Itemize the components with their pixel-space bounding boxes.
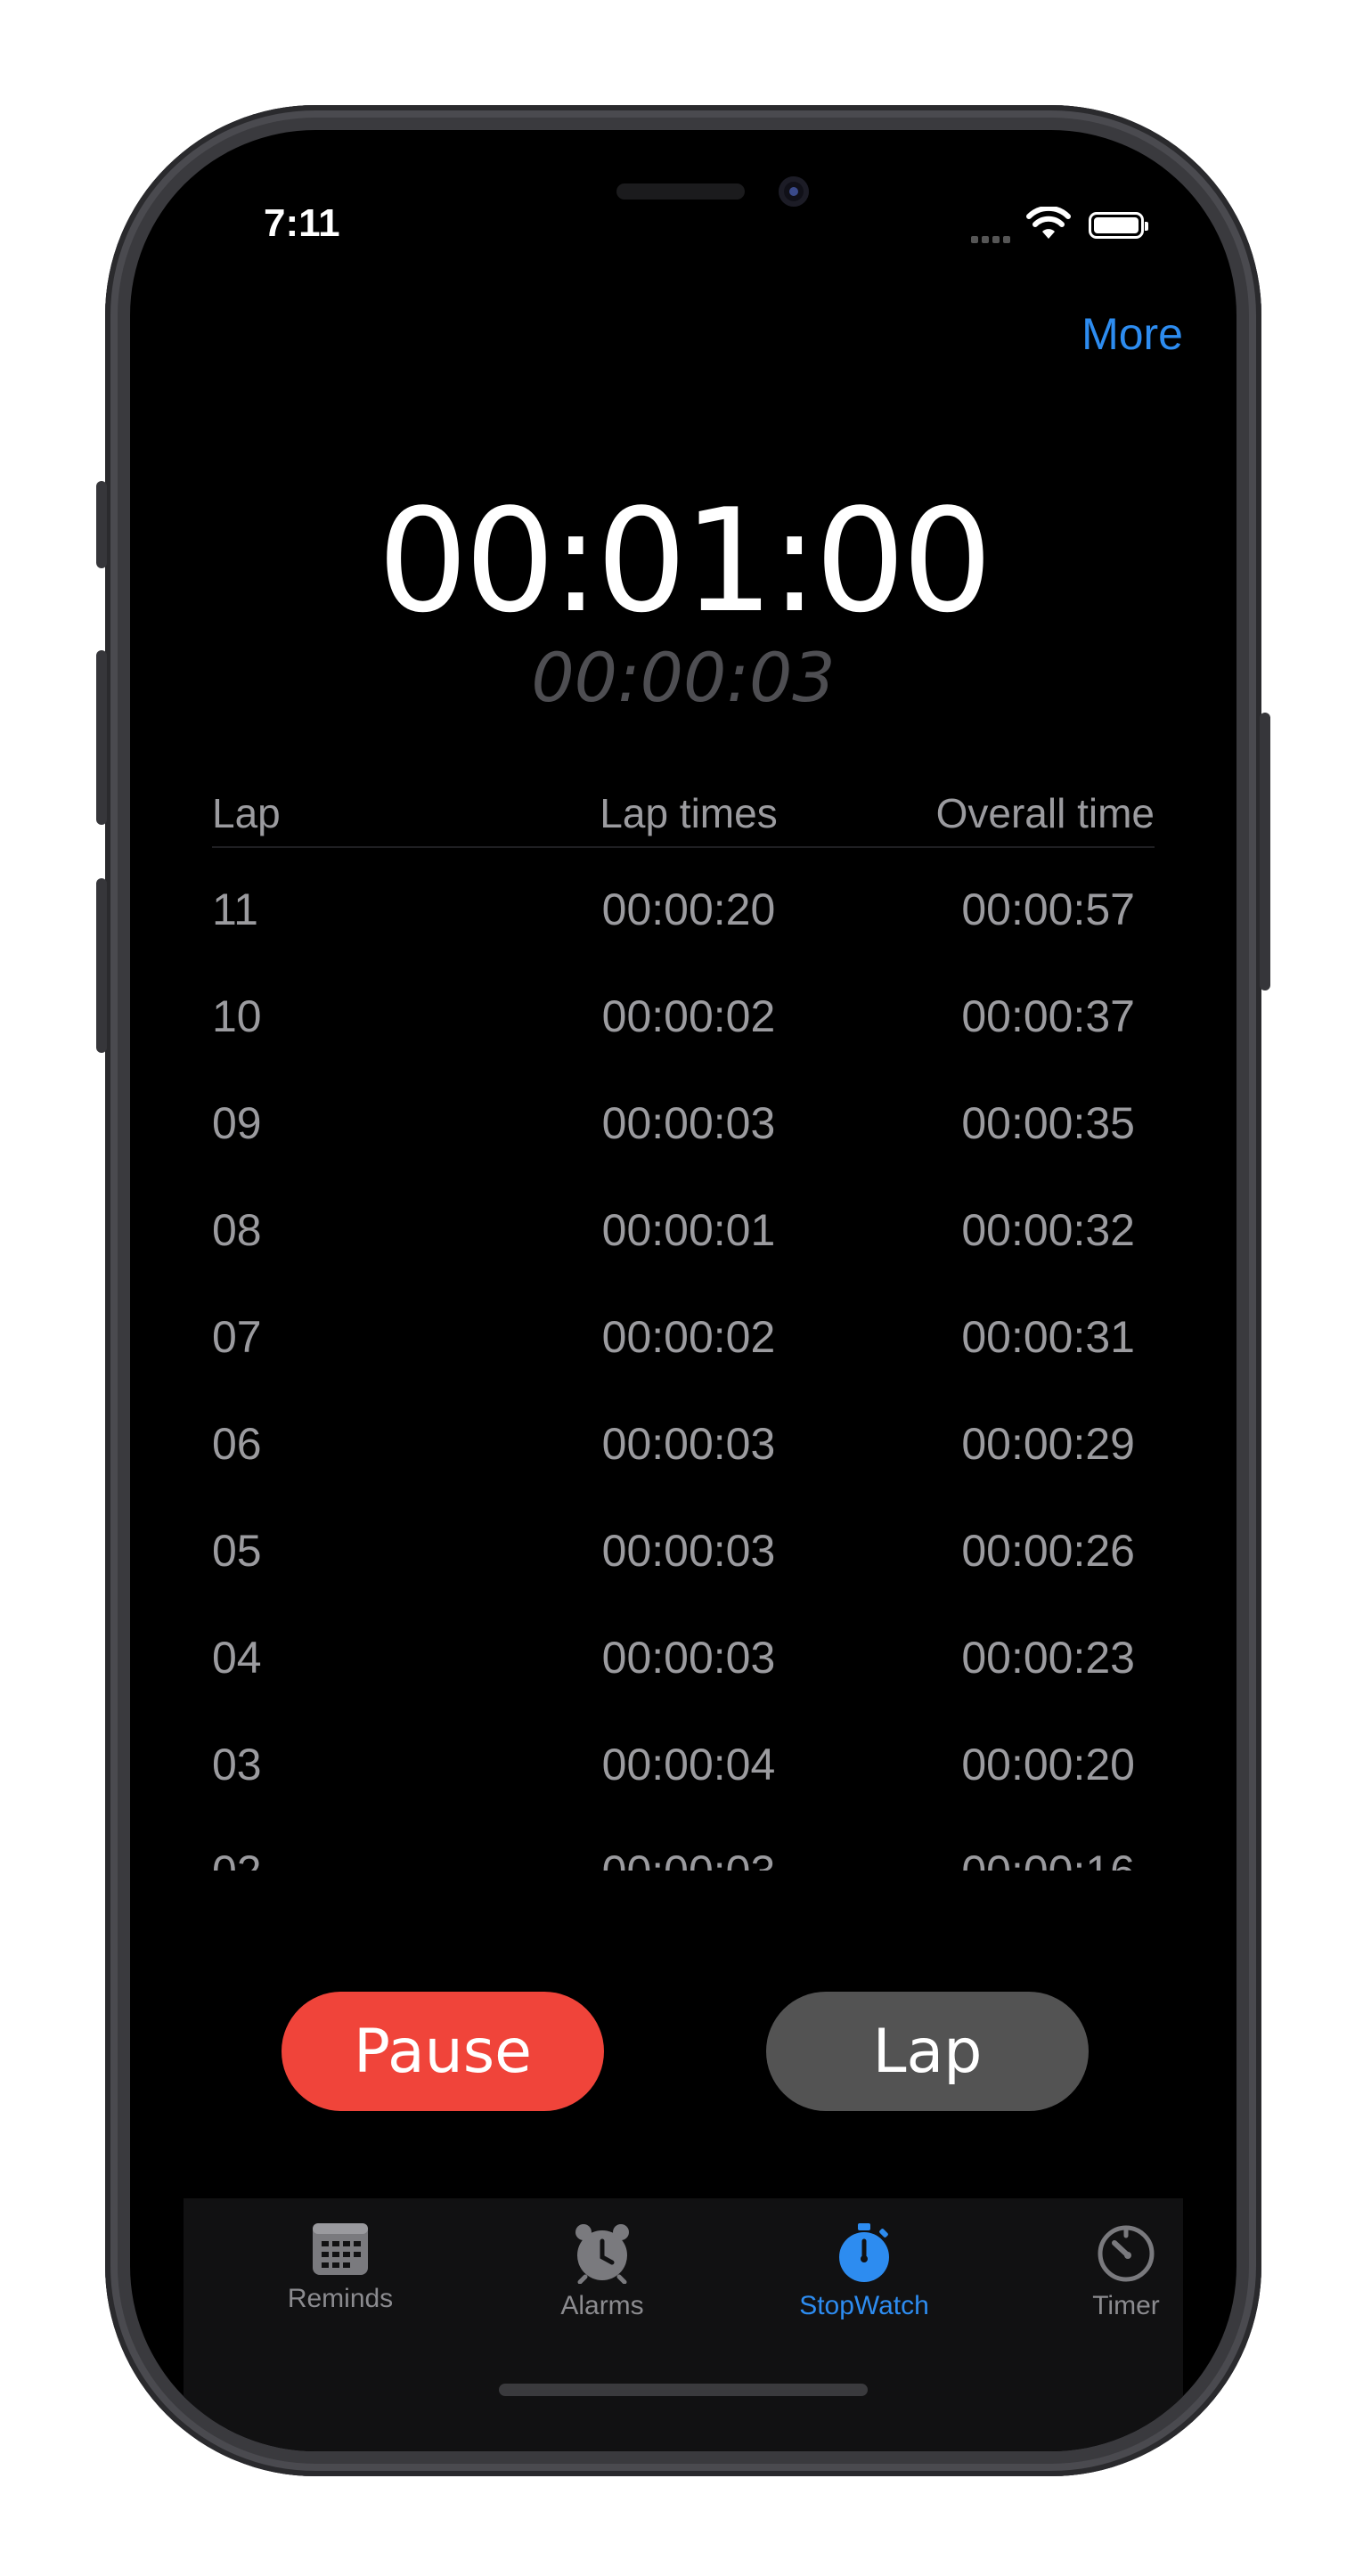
header-lap-times: Lap times [600,790,778,836]
tab-label: Alarms [560,2291,644,2320]
timer-icon [1098,2225,1155,2282]
table-row: 07 00:00:02 00:00:31 [212,1311,1155,1418]
overall-time: 00:00:16 [961,1846,1135,1871]
tab-label: StopWatch [799,2291,929,2320]
header-lap: Lap [212,790,281,836]
status-time: 7:11 [264,201,340,245]
tab-alarms[interactable]: Alarms [513,2221,691,2321]
table-row: 06 00:00:03 00:00:29 [212,1418,1155,1525]
screen: 7:11 More 00:01:00 00:00:03 Lap Lap time… [130,130,1236,2451]
tab-label: Reminds [287,2284,394,2313]
lap-number: 03 [212,1740,262,1789]
lap-time: 00:00:04 [601,1740,776,1789]
lap-time: 00:00:03 [601,1098,776,1148]
lap-time: 00:00:03 [601,1633,776,1683]
lap-number: 09 [212,1098,262,1148]
tab-reminds[interactable]: Reminds [251,2221,429,2314]
overall-time: 00:00:20 [961,1740,1135,1789]
lap-button[interactable]: Lap [766,1992,1089,2111]
volume-down-button [96,878,107,1053]
silent-switch [96,481,107,568]
lap-list[interactable]: 11 00:00:20 00:00:57 10 00:00:02 00:00:3… [212,884,1155,1871]
volume-up-button [96,650,107,825]
table-row: 02 00:00:03 00:00:16 [212,1846,1155,1871]
lap-time: 00:00:03 [601,1419,776,1469]
tab-label: Timer [1092,2291,1160,2320]
lap-time: 00:00:02 [601,1312,776,1362]
lap-time: 00:00:03 [561,1846,816,1871]
lap-number: 02 [212,1846,262,1871]
table-row: 05 00:00:03 00:00:26 [212,1525,1155,1632]
lap-number: 08 [212,1205,262,1255]
overall-time: 00:00:29 [961,1419,1135,1469]
stopwatch-icon [839,2223,889,2282]
power-button [1260,713,1270,990]
current-lap-time: 00:00:03 [531,638,836,717]
tab-timer[interactable]: Timer [1037,2221,1215,2321]
lap-number: 07 [212,1312,262,1362]
overall-time: 00:00:37 [961,991,1135,1041]
table-row: 11 00:00:20 00:00:57 [212,884,1155,990]
wifi-icon [1026,207,1071,239]
lap-number: 10 [212,991,262,1041]
lap-table-header: Lap Lap times Overall time [212,789,1155,848]
overall-time: 00:00:31 [961,1312,1135,1362]
table-row: 10 00:00:02 00:00:37 [212,990,1155,1097]
main-elapsed-time: 00:01:00 [377,477,993,644]
tab-bar: Reminds Alarms StopWatch Timer [184,2198,1183,2451]
table-row: 08 00:00:01 00:00:32 [212,1204,1155,1311]
lap-number: 04 [212,1633,262,1683]
lap-number: 11 [212,884,258,934]
lap-time: 00:00:20 [601,884,776,934]
lap-number: 05 [212,1526,262,1576]
more-button[interactable]: More [1081,308,1183,360]
overall-time: 00:00:23 [961,1633,1135,1683]
speaker-grille [616,183,745,200]
overall-time: 00:00:57 [961,884,1135,934]
tab-stopwatch[interactable]: StopWatch [775,2221,953,2321]
overall-time: 00:00:26 [961,1526,1135,1576]
pause-button[interactable]: Pause [282,1992,604,2111]
lap-number: 06 [212,1419,262,1469]
overall-time: 00:00:32 [961,1205,1135,1255]
overall-time: 00:00:35 [961,1098,1135,1148]
lap-time: 00:00:01 [601,1205,776,1255]
home-indicator[interactable] [499,2384,868,2396]
cellular-signal-icon [971,232,1014,248]
table-row: 04 00:00:03 00:00:23 [212,1632,1155,1739]
battery-icon [1089,212,1148,239]
table-row: 03 00:00:04 00:00:20 [212,1739,1155,1846]
front-camera [779,176,809,207]
alarm-clock-icon [575,2224,629,2284]
calendar-icon [313,2223,368,2275]
lap-time: 00:00:02 [601,991,776,1041]
table-row: 09 00:00:03 00:00:35 [212,1097,1155,1204]
lap-time: 00:00:03 [601,1526,776,1576]
header-overall-time: Overall time [935,790,1155,836]
